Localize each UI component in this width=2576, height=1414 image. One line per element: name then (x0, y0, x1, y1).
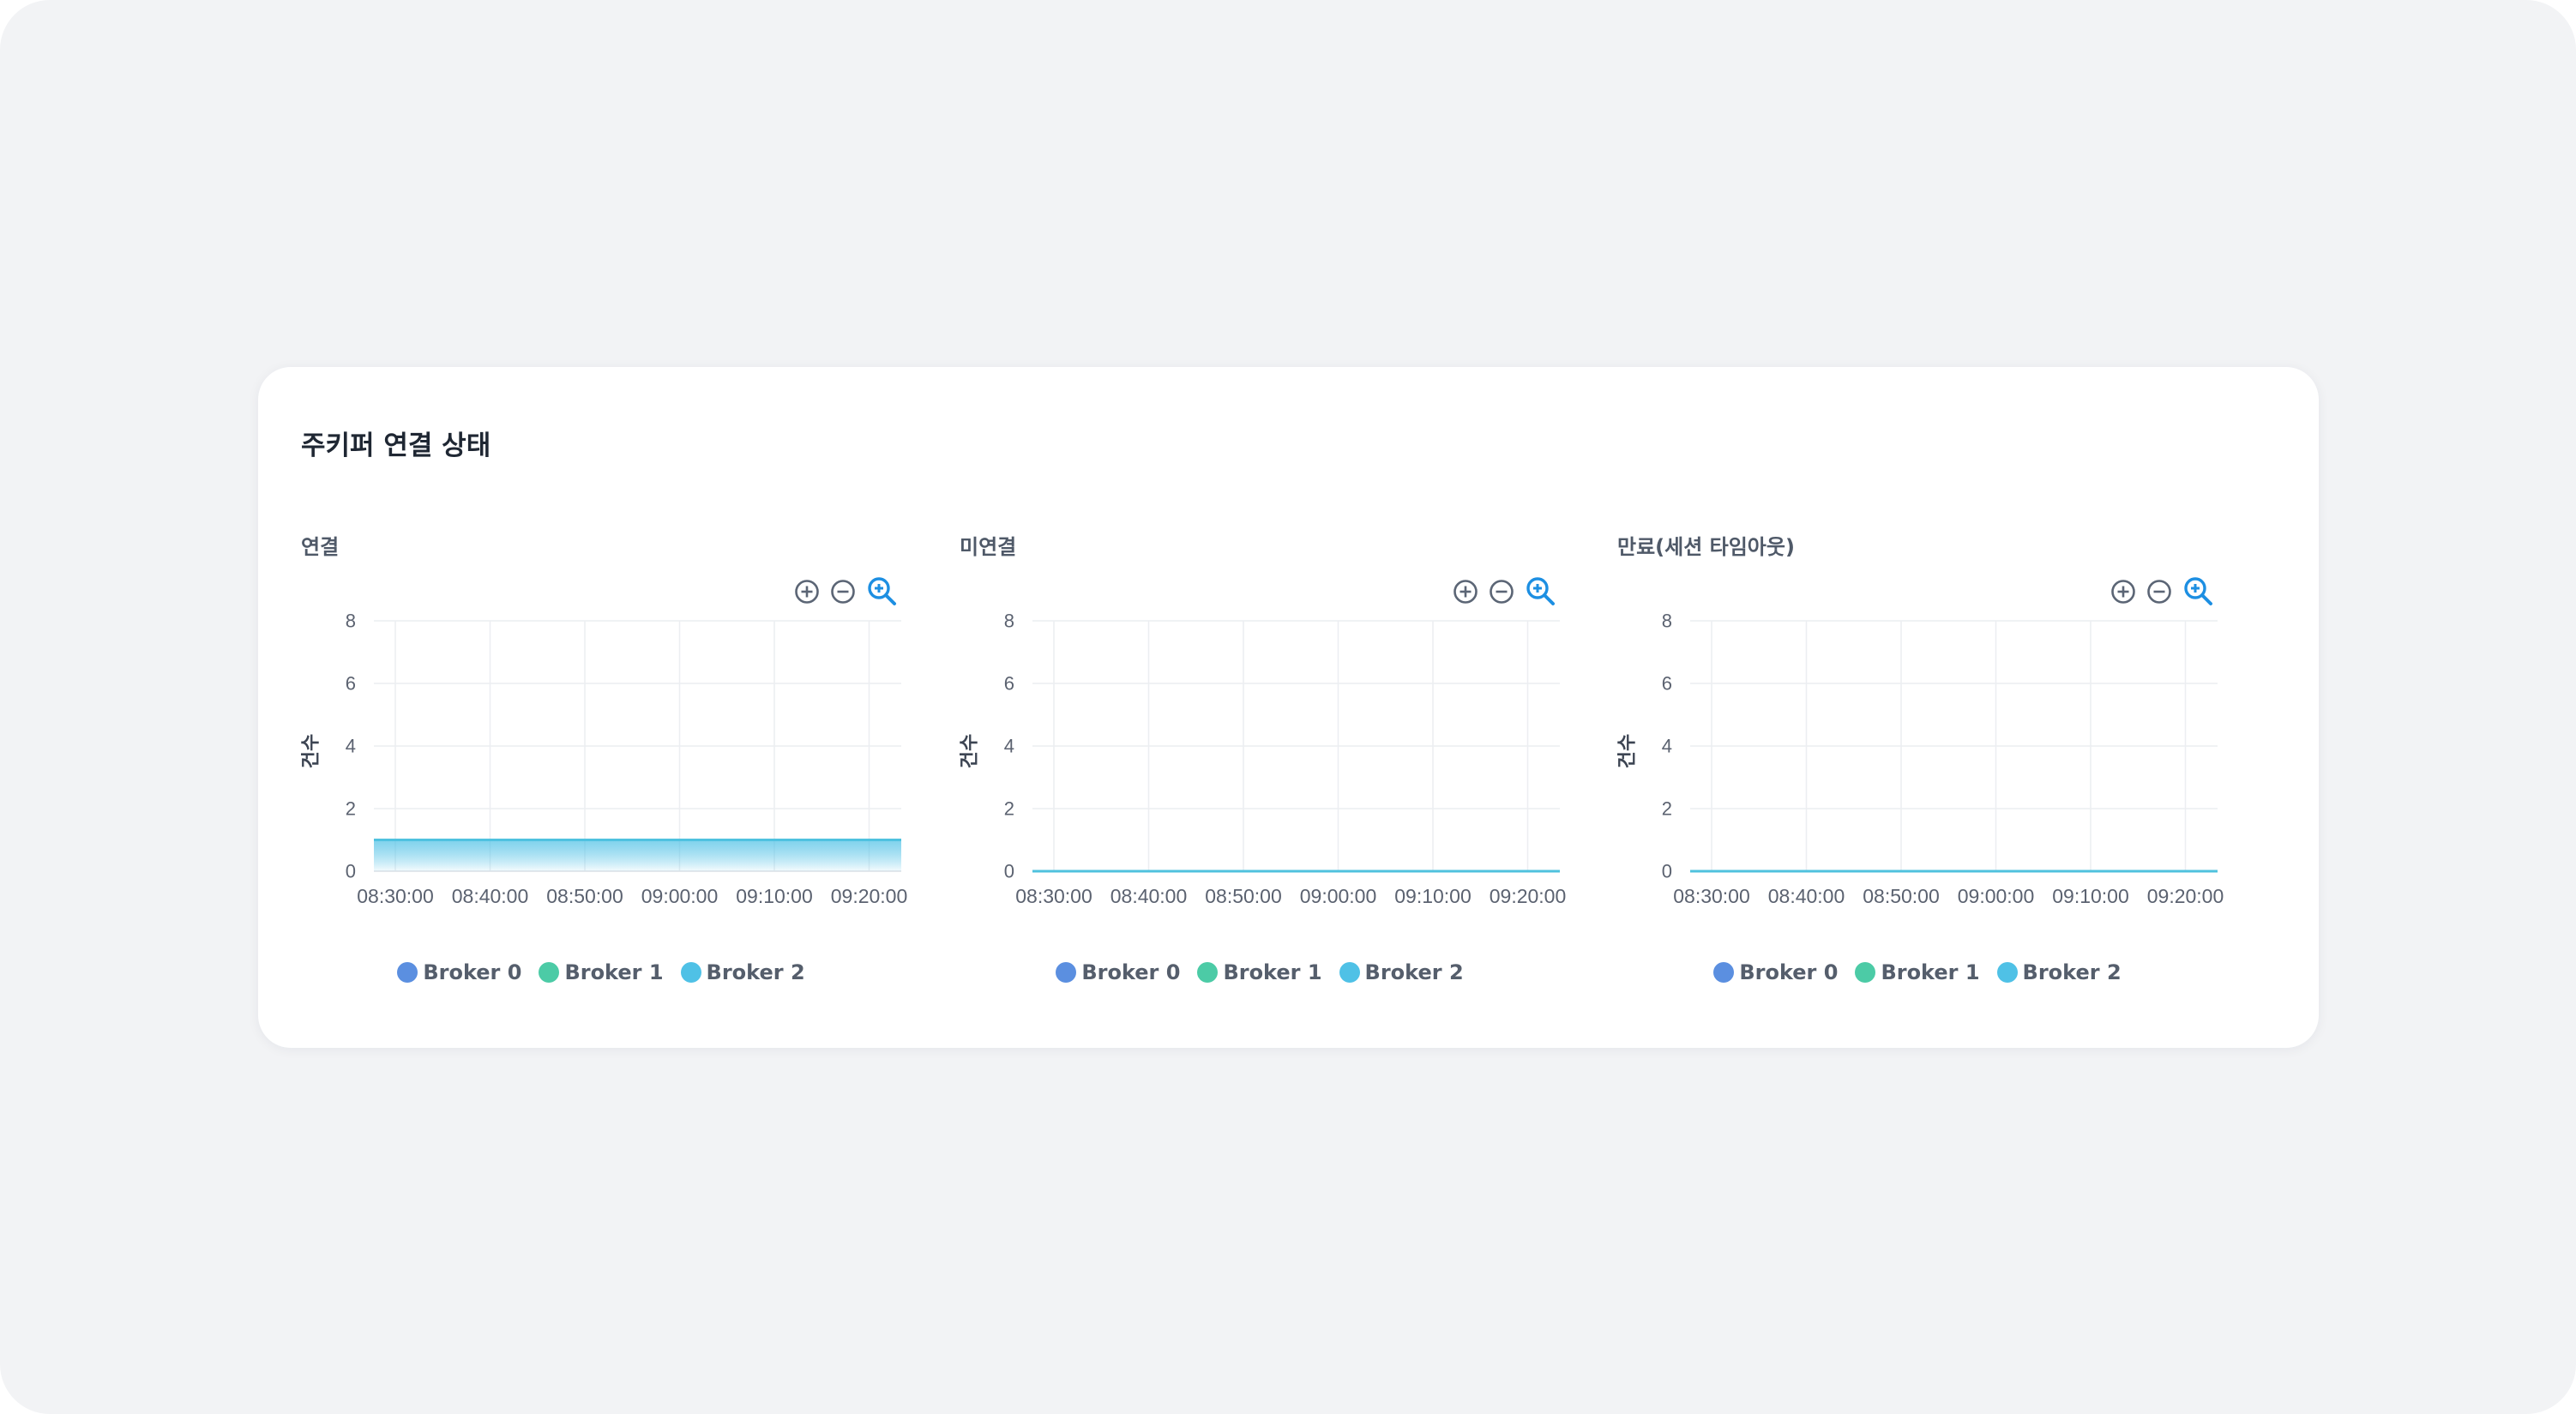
legend-label: Broker 0 (1081, 960, 1181, 984)
zoom-in-icon (2111, 580, 2135, 604)
legend-label: Broker 2 (2022, 960, 2122, 984)
legend-swatch (1996, 962, 2018, 983)
legend-swatch (397, 962, 418, 983)
chart-legend: Broker 0 Broker 1 Broker 2 (301, 960, 901, 990)
zoom-reset-button[interactable] (865, 575, 900, 609)
x-tick-label: 08:40:00 (1110, 885, 1188, 907)
chart-title: 연결 (301, 535, 340, 559)
chart-title: 미연결 (960, 535, 1017, 559)
chart-panel-connected: 연결 건수 0 2 4 6 8 08:30:00 08:40:00 08:50:00 09:00:… (301, 530, 908, 1010)
y-tick-label: 4 (346, 736, 356, 757)
y-tick-label: 2 (346, 798, 356, 820)
chart-title: 만료(세션 타임아웃) (1617, 535, 1795, 559)
y-tick-label: 8 (1004, 611, 1014, 632)
zoom-out-icon (2147, 580, 2171, 604)
y-tick-label: 6 (1662, 673, 1672, 695)
x-tick-label: 09:10:00 (736, 885, 813, 907)
x-tick-label: 09:10:00 (2052, 885, 2129, 907)
x-tick-label: 09:00:00 (641, 885, 719, 907)
legend-swatch (1339, 962, 1360, 983)
card-title: 주키퍼 연결 상태 (301, 430, 491, 461)
x-tick-label: 08:40:00 (452, 885, 529, 907)
chart-legend: Broker 0 Broker 1 Broker 2 (960, 960, 1560, 990)
zoom-reset-icon (1526, 577, 1555, 605)
y-tick-label: 8 (346, 611, 356, 632)
legend-swatch (1855, 962, 1876, 983)
legend-swatch (539, 962, 560, 983)
y-tick-label: 2 (1004, 798, 1014, 820)
chart-plot: 0 2 4 6 8 08:30:00 08:40:00 08:50:00 09:00:00 09:… (346, 611, 908, 908)
chart-toolbar (2106, 575, 2218, 609)
legend-label: Broker 1 (564, 960, 664, 984)
y-tick-label: 6 (1004, 673, 1014, 695)
y-tick-label: 0 (1004, 861, 1014, 882)
zoom-reset-button[interactable] (1524, 575, 1558, 609)
legend-item[interactable]: Broker 1 (539, 960, 664, 984)
x-tick-label: 09:20:00 (1490, 885, 1567, 907)
legend-item[interactable]: Broker 2 (680, 960, 805, 984)
x-tick-label: 08:30:00 (357, 885, 434, 907)
legend-label: Broker 2 (1364, 960, 1464, 984)
legend-label: Broker 0 (423, 960, 522, 984)
zoom-in-icon (1454, 580, 1478, 604)
legend-swatch (1056, 962, 1077, 983)
legend-item[interactable]: Broker 2 (1339, 960, 1464, 984)
legend-label: Broker 2 (706, 960, 805, 984)
y-tick-label: 0 (346, 861, 356, 882)
x-tick-label: 08:50:00 (546, 885, 623, 907)
x-tick-label: 09:20:00 (831, 885, 908, 907)
legend-label: Broker 0 (1739, 960, 1839, 984)
zoom-out-button[interactable] (826, 575, 860, 609)
zoom-in-button[interactable] (1448, 575, 1483, 609)
y-tick-label: 2 (1662, 798, 1672, 820)
zoom-out-button[interactable] (1484, 575, 1519, 609)
chart-toolbar (1448, 575, 1560, 609)
x-tick-label: 09:00:00 (1300, 885, 1377, 907)
legend-swatch (680, 962, 701, 983)
chart-plot: 0 2 4 6 8 08:30:00 08:40:00 08:50:00 09:00:00 09:… (1004, 611, 1567, 908)
x-tick-label: 08:50:00 (1863, 885, 1940, 907)
chart-plot: 0 2 4 6 8 08:30:00 08:40:00 08:50:00 09:00:00 09:… (1662, 611, 2224, 908)
zoom-out-icon (831, 580, 855, 604)
chart-toolbar (790, 575, 901, 609)
legend-label: Broker 1 (1223, 960, 1322, 984)
legend-swatch (1197, 962, 1219, 983)
legend-item[interactable]: Broker 0 (397, 960, 521, 984)
legend-item[interactable]: Broker 0 (1056, 960, 1180, 984)
x-tick-label: 08:50:00 (1205, 885, 1282, 907)
legend-item[interactable]: Broker 2 (1996, 960, 2122, 984)
y-tick-label: 6 (346, 673, 356, 695)
chart-legend: Broker 0 Broker 1 Broker 2 (1617, 960, 2218, 990)
zoom-out-icon (1490, 580, 1514, 604)
y-tick-label: 0 (1662, 861, 1672, 882)
zoom-reset-button[interactable] (2182, 575, 2216, 609)
y-tick-label: 4 (1662, 736, 1672, 757)
legend-item[interactable]: Broker 0 (1713, 960, 1838, 984)
zoom-in-button[interactable] (2106, 575, 2140, 609)
app-background: 주키퍼 연결 상태 연결 건수 0 2 4 6 8 08:30:00 08:40:00 08:5… (0, 0, 2576, 1414)
legend-item[interactable]: Broker 1 (1855, 960, 1980, 984)
zoom-reset-icon (868, 577, 896, 605)
x-tick-label: 08:30:00 (1015, 885, 1092, 907)
x-tick-label: 09:10:00 (1394, 885, 1472, 907)
zoom-out-button[interactable] (2142, 575, 2176, 609)
x-tick-label: 09:20:00 (2147, 885, 2224, 907)
series-area (374, 839, 901, 871)
zoom-reset-icon (2184, 577, 2212, 605)
x-tick-label: 08:40:00 (1768, 885, 1845, 907)
chart-panel-disconnected: 미연결 건수 0 2 4 6 8 08:30:00 08:40:00 08:50:00 09:00… (960, 530, 1567, 1010)
zoom-in-icon (795, 580, 819, 604)
zoom-in-button[interactable] (790, 575, 824, 609)
x-tick-label: 09:00:00 (1958, 885, 2035, 907)
zookeeper-connection-card: 주키퍼 연결 상태 연결 건수 0 2 4 6 8 08:30:00 08:40:00 08:5… (258, 367, 2319, 1048)
x-tick-label: 08:30:00 (1673, 885, 1750, 907)
legend-label: Broker 1 (1881, 960, 1980, 984)
y-tick-label: 8 (1662, 611, 1672, 632)
legend-item[interactable]: Broker 1 (1197, 960, 1322, 984)
y-tick-label: 4 (1004, 736, 1014, 757)
legend-swatch (1713, 962, 1735, 983)
chart-panel-expired: 만료(세션 타임아웃) 건수 0 2 4 6 8 08:30:00 08:40:00 08:50… (1617, 530, 2224, 1010)
